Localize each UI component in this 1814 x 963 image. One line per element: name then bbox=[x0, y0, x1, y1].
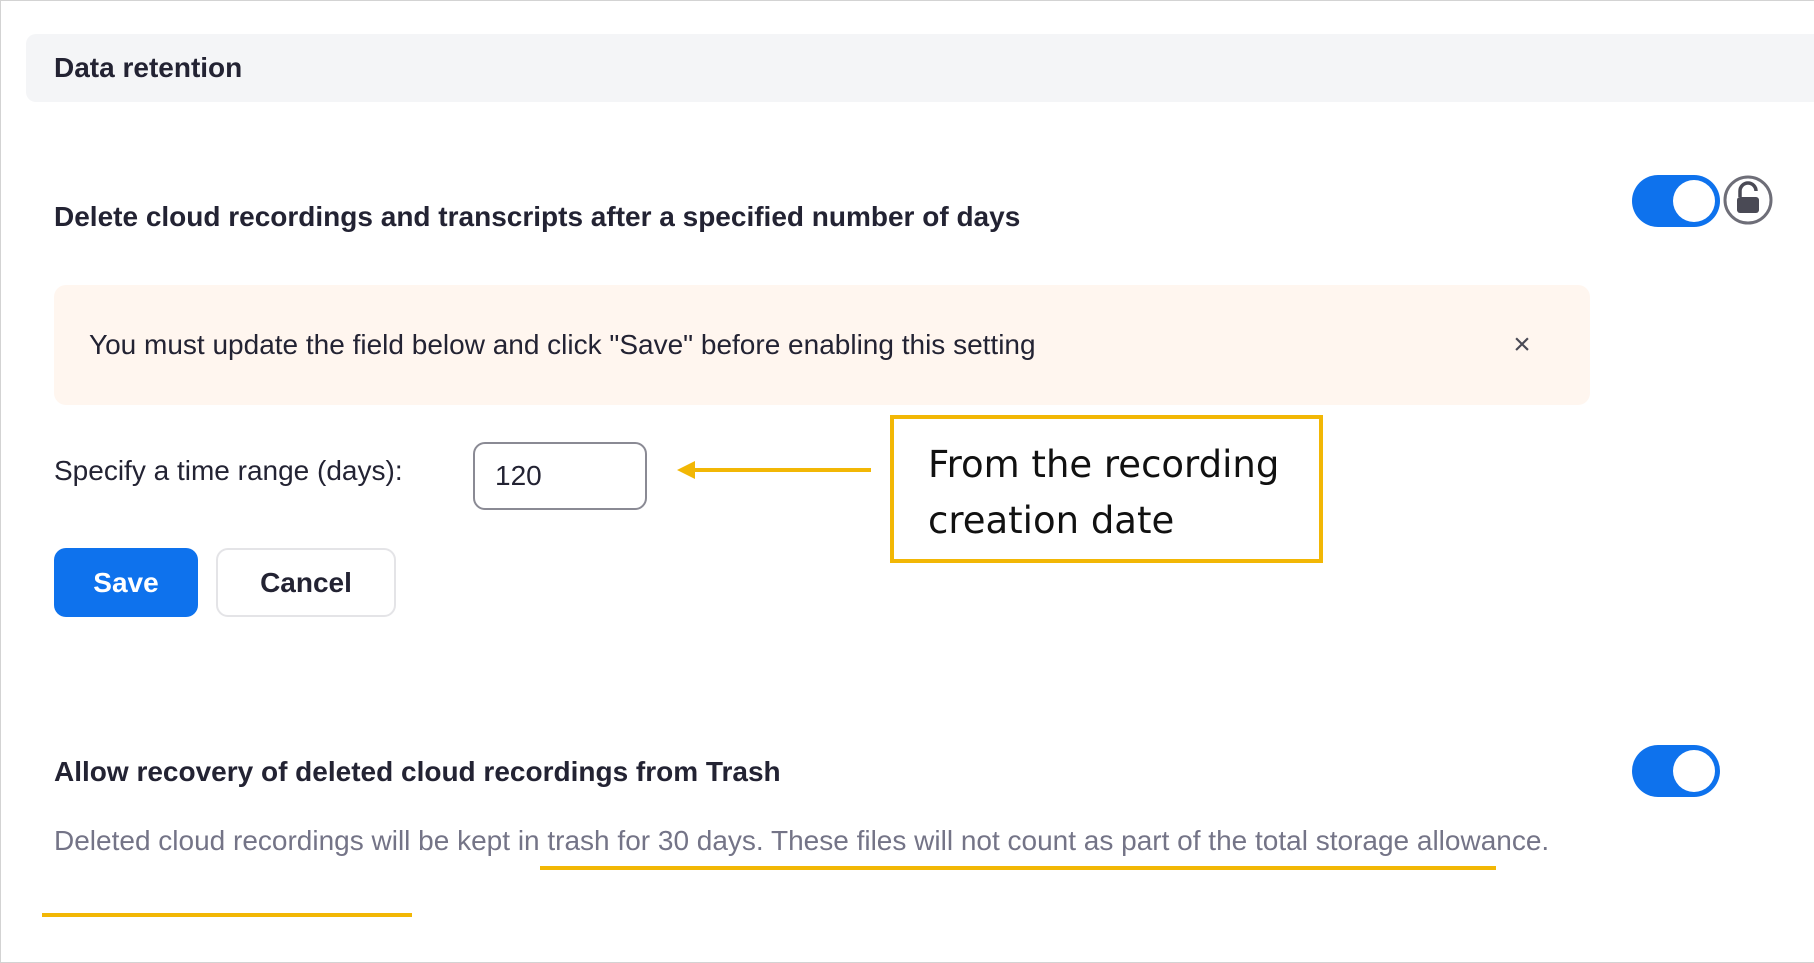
delete-recordings-toggle[interactable] bbox=[1632, 175, 1720, 227]
alert-message: You must update the field below and clic… bbox=[89, 329, 1036, 360]
description-part-1: Deleted cloud recordings will be bbox=[54, 825, 458, 856]
warning-alert: You must update the field below and clic… bbox=[54, 285, 1590, 405]
close-icon[interactable]: × bbox=[1502, 325, 1542, 365]
annotation-callout: From the recording creation date bbox=[890, 415, 1323, 563]
callout-line-2: creation date bbox=[928, 499, 1175, 542]
arrow-left-icon bbox=[677, 461, 871, 479]
recovery-title: Allow recovery of deleted cloud recordin… bbox=[54, 756, 781, 787]
recovery-description: Deleted cloud recordings will be kept in… bbox=[54, 817, 1554, 865]
section-title: Data retention bbox=[54, 52, 243, 83]
annotation-underline bbox=[42, 913, 412, 917]
toggle-knob bbox=[1673, 750, 1715, 792]
unlocked-padlock-icon[interactable] bbox=[1722, 174, 1774, 226]
toggle-knob bbox=[1673, 180, 1715, 222]
callout-line-1: From the recording bbox=[928, 443, 1280, 486]
section-header: Data retention bbox=[26, 34, 1814, 102]
cancel-button[interactable]: Cancel bbox=[216, 548, 396, 617]
time-range-label: Specify a time range (days): bbox=[54, 455, 403, 486]
recovery-toggle[interactable] bbox=[1632, 745, 1720, 797]
time-range-input[interactable] bbox=[473, 442, 647, 510]
description-part-2: kept in trash for 30 days. These files w… bbox=[457, 825, 1550, 856]
annotation-underline bbox=[540, 866, 1496, 870]
delete-recordings-title: Delete cloud recordings and transcripts … bbox=[54, 201, 1021, 232]
save-button[interactable]: Save bbox=[54, 548, 198, 617]
